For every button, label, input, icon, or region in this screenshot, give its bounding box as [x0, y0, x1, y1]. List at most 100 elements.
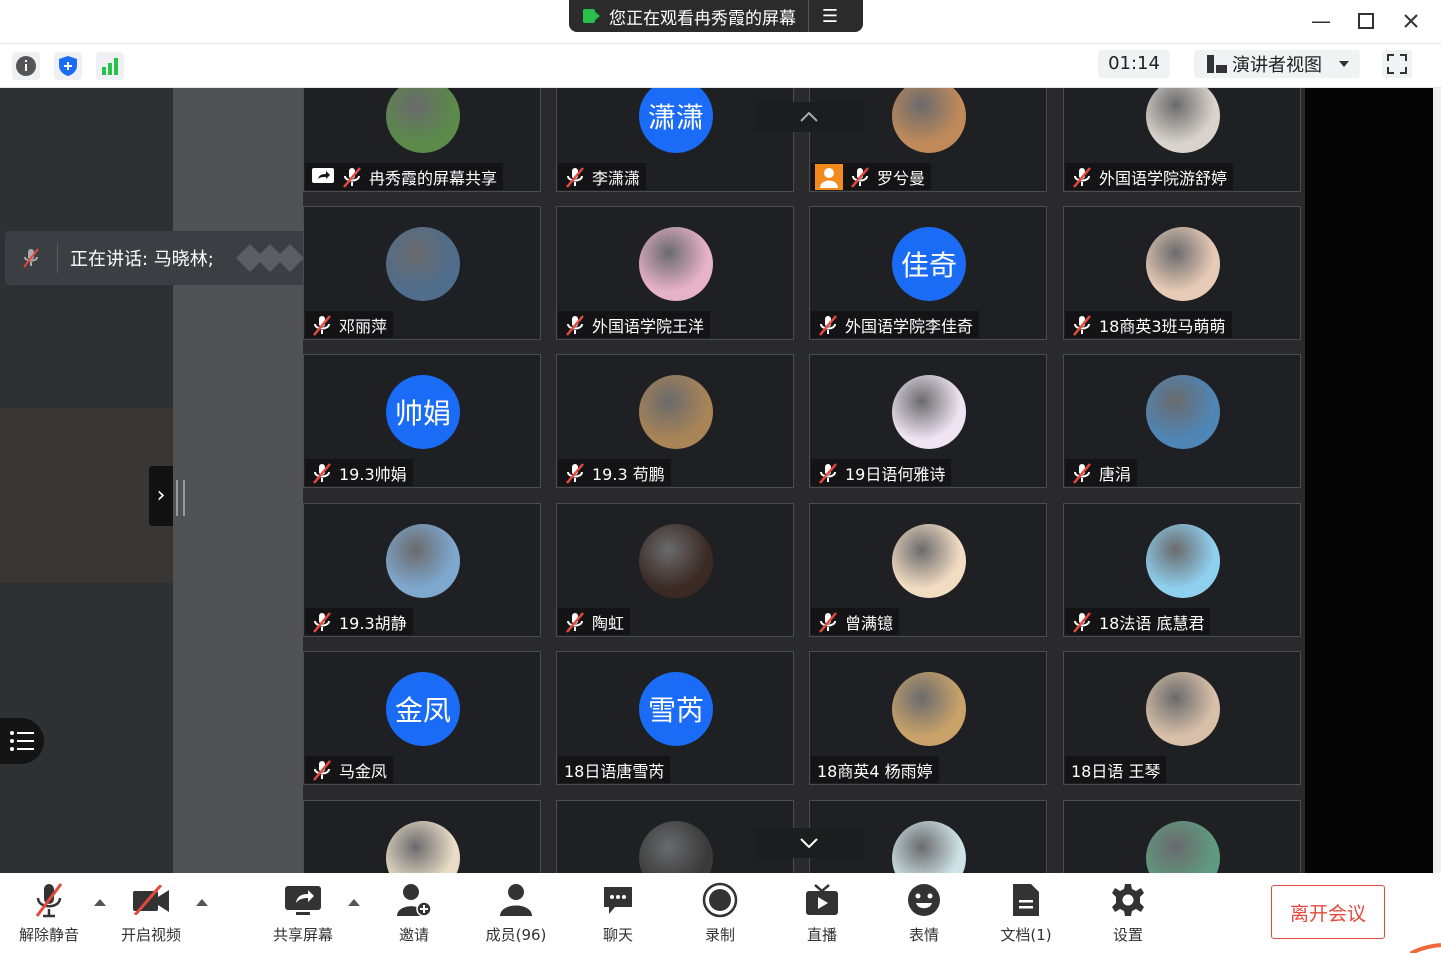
page-up-button[interactable] [755, 102, 863, 132]
participant-tile[interactable]: 佳奇外国语学院李佳奇 [809, 206, 1047, 340]
participant-tile[interactable]: 唐涓 [1063, 354, 1301, 488]
participant-name-tag: 罗兮曼 [811, 163, 932, 190]
start-video-button[interactable]: 开启视频 [111, 880, 191, 950]
participant-tile[interactable]: 外国语学院王洋 [556, 206, 794, 340]
documents-label: 文档(1) [1000, 926, 1052, 944]
collapse-panel-button[interactable]: › [149, 466, 173, 526]
speaking-divider [57, 243, 58, 273]
muted-mic-icon [564, 611, 586, 633]
view-mode-dropdown[interactable]: 演讲者视图 [1194, 50, 1360, 78]
video-area: 正在讲话: 马晓林; › 冉秀霞的屏幕共享 潇潇 李潇潇 罗兮曼 外国语学院游舒婷 邓丽萍… [0, 88, 1433, 873]
participant-tile[interactable] [303, 800, 541, 873]
chat-icon [601, 880, 635, 920]
muted-mic-icon [564, 166, 586, 188]
participant-avatar [892, 821, 966, 873]
participant-name-tag: 外国语学院王洋 [558, 311, 711, 338]
maximize-icon[interactable] [1351, 6, 1381, 36]
signal-strength-icon[interactable] [96, 52, 124, 80]
scrollbar[interactable] [1433, 88, 1441, 873]
live-button[interactable]: 直播 [782, 880, 862, 950]
caret-up-icon[interactable] [194, 896, 210, 908]
unmute-button[interactable]: 解除静音 [9, 880, 89, 950]
participant-name-tag: 18日语唐雪芮 [558, 756, 671, 783]
minimize-icon[interactable]: — [1306, 6, 1336, 36]
participant-avatar [386, 88, 460, 153]
settings-button[interactable]: 设置 [1088, 880, 1168, 950]
meeting-timer: 01:14 [1098, 50, 1170, 78]
participant-avatar: 潇潇 [639, 88, 713, 153]
invite-label: 邀请 [398, 926, 429, 944]
participant-name-tag: 外国语学院李佳奇 [811, 311, 980, 338]
share-banner[interactable]: 您正在观看冉秀霞的屏幕 ☰ [569, 0, 863, 32]
fullscreen-button[interactable] [1382, 50, 1412, 78]
caret-up-icon[interactable] [346, 896, 362, 908]
participant-avatar [639, 821, 713, 873]
muted-mic-icon [817, 611, 839, 633]
participant-name: 冉秀霞的屏幕共享 [369, 168, 498, 188]
participant-avatar [892, 524, 966, 598]
chat-button[interactable]: 聊天 [578, 880, 658, 950]
participant-name: 19.3胡静 [339, 613, 407, 633]
page-down-button[interactable] [755, 828, 863, 858]
emoji-button[interactable]: 表情 [884, 880, 964, 950]
muted-mic-icon [1071, 611, 1093, 633]
record-button[interactable]: 录制 [680, 880, 760, 950]
menu-lines-icon[interactable]: ☰ [809, 6, 851, 27]
participant-name: 外国语学院李佳奇 [845, 316, 974, 336]
leave-meeting-button[interactable]: 离开会议 [1271, 885, 1385, 939]
participant-tile[interactable]: 19.3胡静 [303, 503, 541, 637]
screen-share-indicator-icon [583, 9, 600, 23]
share-screen-button[interactable]: 共享屏幕 [263, 880, 343, 950]
participant-tile[interactable]: 邓丽萍 [303, 206, 541, 340]
documents-button[interactable]: 文档(1) [986, 880, 1066, 950]
invite-button[interactable]: 邀请 [374, 880, 454, 950]
participant-tile[interactable]: 18商英3班马萌萌 [1063, 206, 1301, 340]
security-shield-icon[interactable] [54, 52, 82, 80]
participant-name-tag: 19.3帅娟 [305, 459, 413, 486]
participant-tile[interactable]: 18商英4 杨雨婷 [809, 651, 1047, 785]
muted-mic-icon [311, 314, 333, 336]
chevron-up-icon [800, 112, 818, 122]
participant-name: 18日语 王琴 [1071, 761, 1161, 781]
participant-tile[interactable]: 外国语学院游舒婷 [1063, 88, 1301, 192]
participant-tile[interactable]: 金凤马金凤 [303, 651, 541, 785]
resize-handle[interactable] [176, 480, 185, 516]
participant-name-tag: 19.3 苟鹏 [558, 459, 671, 486]
speaker-avatar-blur-icon [235, 244, 304, 272]
emoji-label: 表情 [908, 926, 939, 944]
participant-name-tag: 18日语 王琴 [1065, 756, 1167, 783]
participant-tile[interactable]: 19.3 苟鹏 [556, 354, 794, 488]
participant-avatar [1146, 672, 1220, 746]
participant-avatar: 金凤 [386, 672, 460, 746]
view-mode-label: 演讲者视图 [1232, 55, 1322, 76]
muted-mic-icon [311, 462, 333, 484]
participant-name-tag: 陶虹 [558, 608, 631, 635]
participant-tile[interactable]: 陶虹 [556, 503, 794, 637]
fullscreen-icon [1387, 54, 1407, 74]
participant-name: 曾满镱 [845, 613, 894, 633]
participant-avatar [639, 227, 713, 301]
video-off-icon [131, 880, 171, 920]
participant-name-tag: 马金凤 [305, 756, 394, 783]
caret-up-icon[interactable] [92, 896, 108, 908]
participant-name-tag: 冉秀霞的屏幕共享 [305, 163, 504, 190]
participant-avatar: 佳奇 [892, 227, 966, 301]
participant-avatar [1146, 88, 1220, 153]
participant-tile[interactable]: 18日语 王琴 [1063, 651, 1301, 785]
participant-avatar [892, 88, 966, 153]
participant-tile[interactable] [1063, 800, 1301, 873]
participant-tile[interactable]: 帅娟 19.3帅娟 [303, 354, 541, 488]
participant-avatar: 雪芮 [639, 672, 713, 746]
close-icon[interactable] [1396, 6, 1426, 36]
participant-tile[interactable]: 19日语何雅诗 [809, 354, 1047, 488]
participant-tile[interactable]: 18法语 底慧君 [1063, 503, 1301, 637]
document-icon [1011, 880, 1041, 920]
info-icon[interactable] [12, 52, 40, 80]
participant-tile[interactable]: 冉秀霞的屏幕共享 [303, 88, 541, 192]
gallery-right-edge [1305, 88, 1433, 873]
members-button[interactable]: 成员(96) [476, 880, 556, 950]
participant-tile[interactable]: 曾满镱 [809, 503, 1047, 637]
list-menu-button[interactable] [0, 718, 44, 764]
chat-label: 聊天 [602, 926, 633, 944]
participant-tile[interactable]: 雪芮 18日语唐雪芮 [556, 651, 794, 785]
